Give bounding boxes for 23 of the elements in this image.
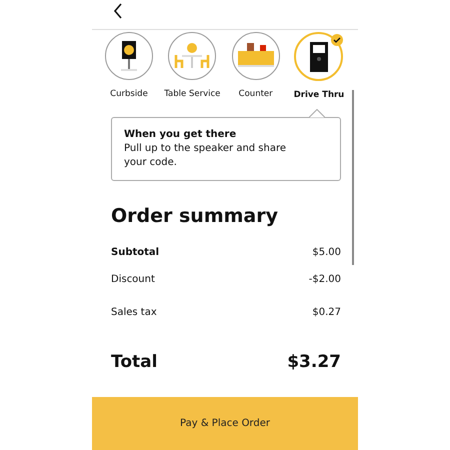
callout-title: When you get there [124,128,238,142]
counter-icon [236,43,276,69]
service-option[interactable] [294,32,344,81]
service-option[interactable] [105,32,153,80]
table-icon [174,43,210,69]
back-icon[interactable] [113,2,123,18]
kiosk-icon [310,42,328,72]
summary-label: Subtotal [111,247,160,258]
checkmark-icon [331,34,344,46]
pay-button[interactable]: Pay & Place Order [92,397,358,450]
summary-amount: -$2.00 [308,274,341,285]
summary-label: Sales tax [111,307,157,318]
total-amount: $3.27 [287,352,341,372]
callout-text: Pull up to the speaker and share your code. [124,142,288,170]
option-label: Drive Thru [294,90,344,100]
total-label: Total [111,352,158,372]
section-title: Order summary [111,205,280,227]
summary-amount: $0.27 [312,307,341,318]
option-label: Counter [238,89,273,99]
option-label: Curbside [110,89,148,99]
option-label: Table Service [164,89,220,99]
summary-amount: $5.00 [312,247,341,258]
summary-label: Discount [111,274,155,285]
